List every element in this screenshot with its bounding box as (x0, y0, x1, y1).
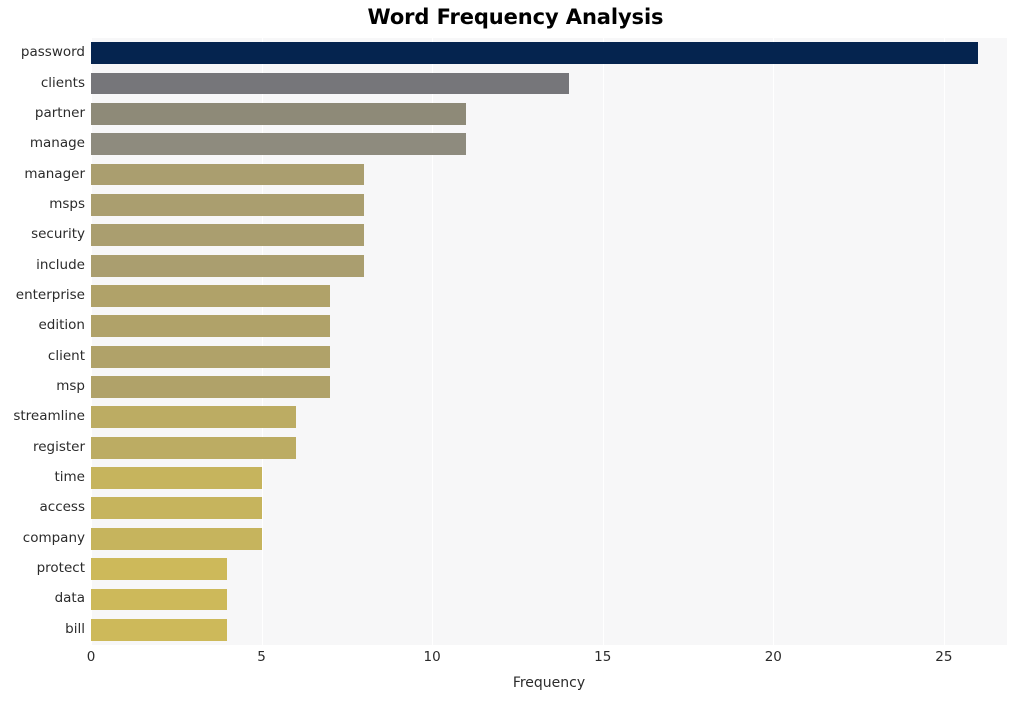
bar-row (91, 406, 1007, 429)
y-tick-label-security: security (31, 226, 85, 243)
y-axis: password clients partner manage manager msps s… (0, 38, 85, 645)
y-tick-label-password: password (20, 44, 85, 61)
bar-password[interactable] (91, 42, 978, 65)
x-tick-label-20: 20 (764, 649, 782, 665)
bar-clients[interactable] (91, 72, 569, 95)
bar-row (91, 133, 1007, 156)
bar-row (91, 588, 1007, 611)
bar-manage[interactable] (91, 133, 467, 156)
bar-company[interactable] (91, 527, 262, 550)
y-tick-label-time: time (54, 469, 85, 486)
bar-row (91, 558, 1007, 581)
bar-bill[interactable] (91, 618, 228, 641)
bar-access[interactable] (91, 497, 262, 520)
x-tick-label-10: 10 (423, 649, 441, 665)
x-axis: 0 5 10 15 20 25 (87, 645, 1007, 675)
bar-partner[interactable] (91, 102, 467, 125)
y-tick-label-register: register (32, 438, 85, 455)
bar-row (91, 42, 1007, 65)
y-tick-label-clients: clients (40, 74, 85, 91)
bar-row (91, 527, 1007, 550)
chart-figure: Word Frequency Analysis password clients p… (0, 0, 1031, 701)
y-tick-label-bill: bill (65, 620, 85, 637)
bar-row (91, 497, 1007, 520)
bar-row (91, 254, 1007, 277)
y-tick-label-msp: msp (56, 378, 85, 395)
page-title: Word Frequency Analysis (367, 5, 664, 29)
bar-row (91, 467, 1007, 489)
bar-manager[interactable] (91, 163, 364, 186)
bar-msps[interactable] (91, 193, 364, 216)
x-tick-label-0: 0 (86, 649, 96, 665)
bar-enterprise[interactable] (91, 285, 330, 307)
bar-row (91, 102, 1007, 125)
bar-row (91, 163, 1007, 186)
bar-row (91, 436, 1007, 459)
bar-row (91, 376, 1007, 398)
y-tick-label-edition: edition (38, 317, 86, 334)
bar-time[interactable] (91, 467, 262, 489)
bar-streamline[interactable] (91, 406, 296, 429)
x-tick-label-5: 5 (257, 649, 266, 665)
y-tick-label-msps: msps (49, 195, 85, 212)
bar-register[interactable] (91, 436, 296, 459)
y-tick-label-access: access (39, 499, 86, 516)
bar-include[interactable] (91, 254, 364, 277)
bar-client[interactable] (91, 345, 330, 368)
y-tick-label-manage: manage (29, 135, 85, 152)
bars-layer (91, 38, 1007, 645)
bar-row (91, 224, 1007, 247)
y-tick-label-data: data (54, 590, 85, 607)
bar-row (91, 618, 1007, 641)
y-tick-label-client: client (47, 347, 85, 364)
x-tick-label-25: 25 (935, 649, 953, 665)
bar-security[interactable] (91, 224, 364, 247)
y-tick-label-manager: manager (24, 165, 85, 182)
x-tick-label-15: 15 (594, 649, 612, 665)
bar-row (91, 193, 1007, 216)
plot-area (91, 38, 1007, 645)
y-tick-label-enterprise: enterprise (15, 286, 85, 303)
y-tick-label-company: company (22, 529, 85, 546)
bar-row (91, 315, 1007, 338)
bar-row (91, 285, 1007, 307)
bar-row (91, 345, 1007, 368)
y-tick-label-partner: partner (34, 104, 85, 121)
bar-data[interactable] (91, 588, 228, 611)
y-tick-label-streamline: streamline (13, 408, 85, 425)
y-tick-label-protect: protect (36, 560, 85, 577)
x-axis-title: Frequency (512, 675, 586, 691)
y-tick-label-include: include (36, 256, 85, 273)
bar-edition[interactable] (91, 315, 330, 338)
bar-msp[interactable] (91, 376, 330, 398)
bar-row (91, 72, 1007, 95)
bar-protect[interactable] (91, 558, 228, 581)
